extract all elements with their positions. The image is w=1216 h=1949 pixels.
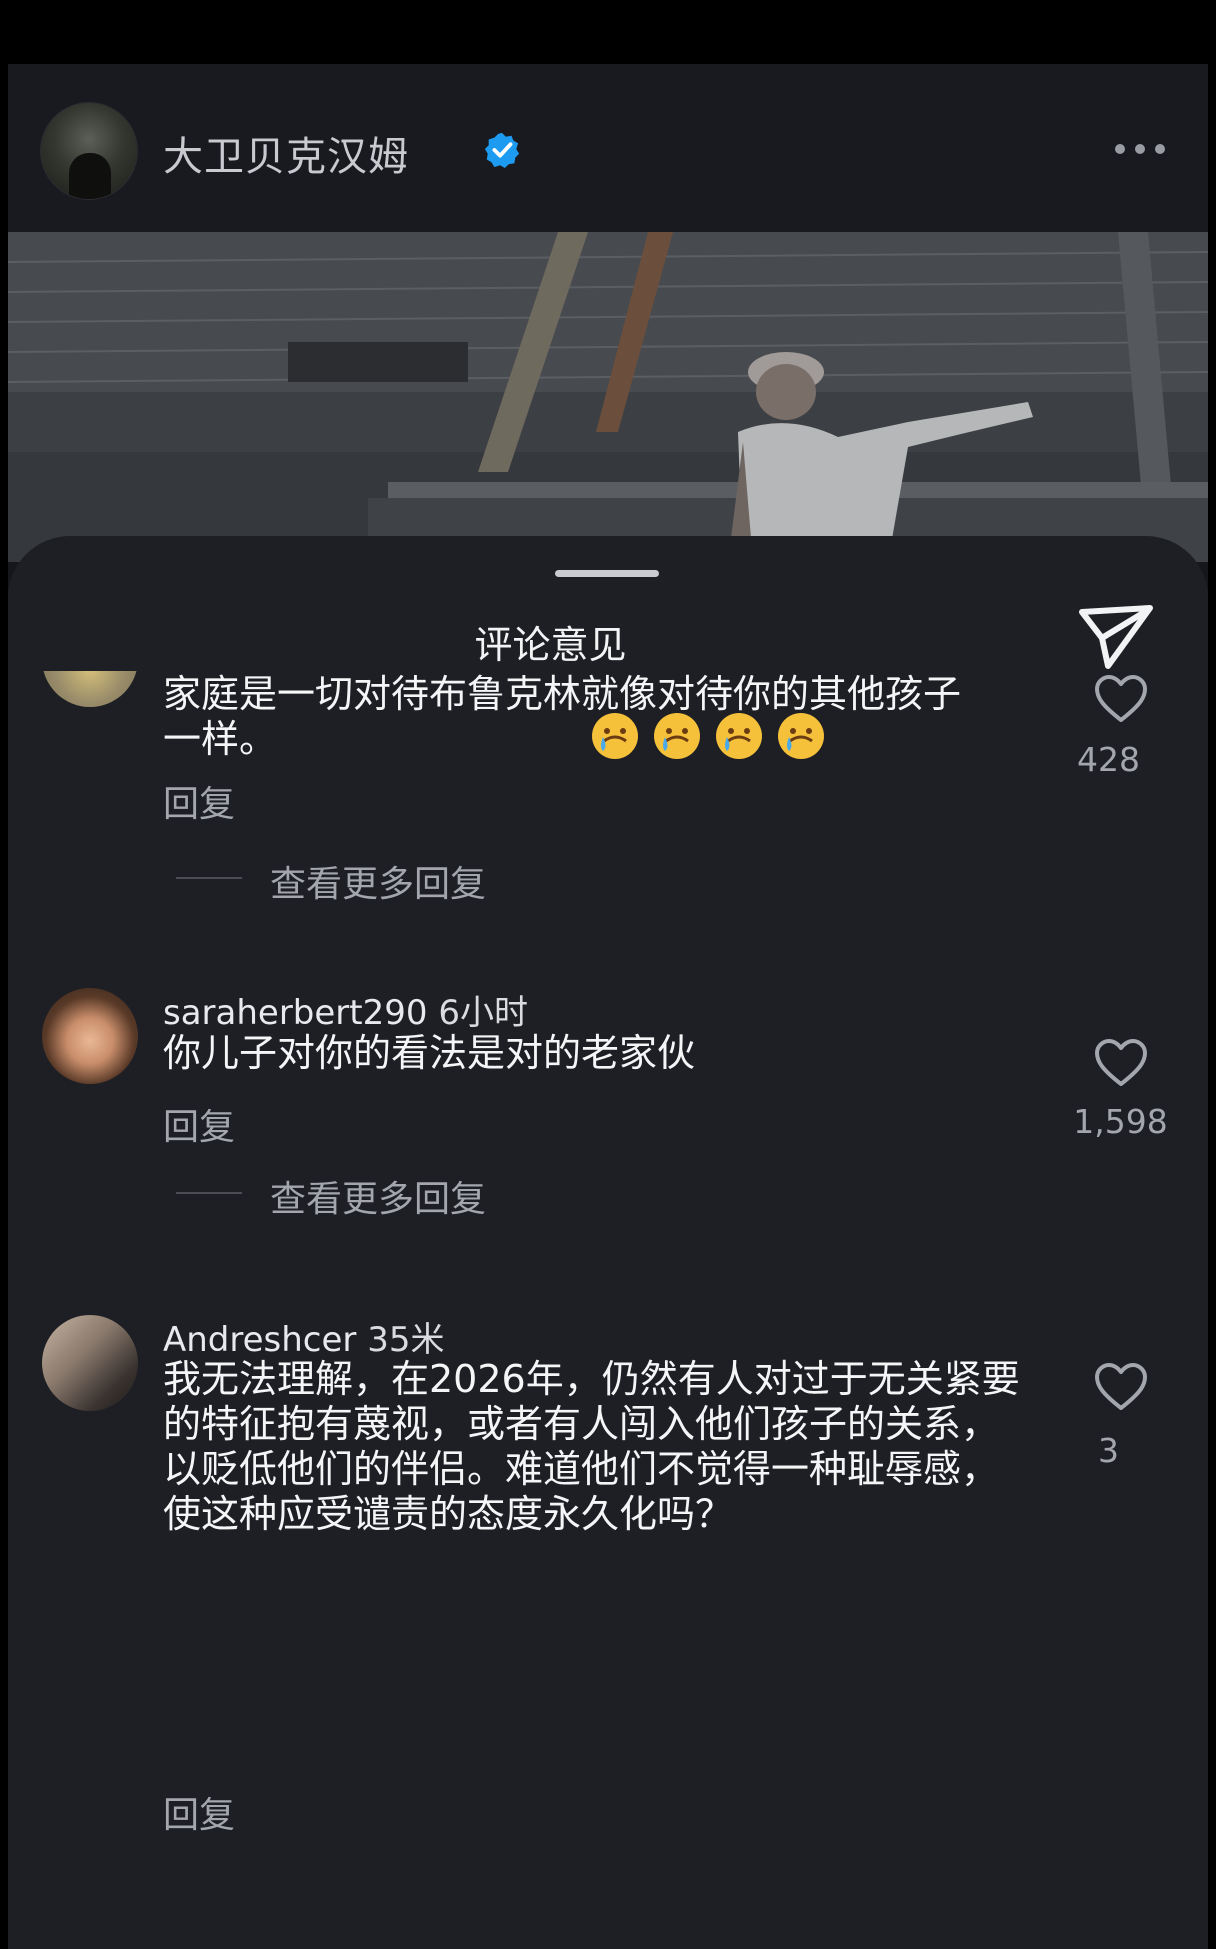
- post-photo[interactable]: [8, 232, 1208, 562]
- comment-time: 35米: [367, 1320, 445, 1360]
- view-more-replies-label: 查看更多回复: [270, 1179, 487, 1220]
- sheet-title: 评论意见: [474, 623, 627, 667]
- comment-text-body: 家庭是一切对待布鲁克林就像对待你的其他孩子一样。: [163, 672, 962, 761]
- reply-button[interactable]: 回复: [163, 1098, 235, 1150]
- profile-avatar[interactable]: [40, 102, 138, 200]
- comment-text: 你儿子对你的看法是对的老家伙: [163, 1031, 696, 1075]
- comment-text: 我无法理解，在2026年，仍然有人对过于无关紧要的特征抱有蔑视，或者有人闯入他们…: [163, 1357, 1020, 1536]
- send-icon[interactable]: [1078, 604, 1154, 670]
- comment-avatar[interactable]: [42, 671, 138, 707]
- heart-icon[interactable]: [1093, 674, 1149, 724]
- crying-face-icon: [778, 713, 824, 759]
- comments-list[interactable]: 家庭是一切对待布鲁克林就像对待你的其他孩子一样。 回复 查看更多回复 428 s…: [8, 671, 1208, 1949]
- heart-icon[interactable]: [1093, 1362, 1149, 1412]
- reply-button[interactable]: 回复: [163, 1786, 235, 1838]
- verified-badge-icon: [484, 132, 520, 169]
- profile-header: 大卫贝克汉姆: [8, 64, 1208, 232]
- crying-face-icon: [592, 713, 638, 759]
- like-count: 428: [1077, 740, 1140, 779]
- comment-header: saraherbert290 6小时: [163, 985, 528, 1034]
- comment-text: 家庭是一切对待布鲁克林就像对待你的其他孩子一样。: [163, 672, 993, 762]
- comment-header: Andreshcer 35米: [163, 1312, 444, 1361]
- app-window: 大卫贝克汉姆 评论意见 家庭是一切对待布鲁克林就像对待你的其他孩子一样。 回复 …: [8, 64, 1208, 1949]
- profile-name[interactable]: 大卫贝克汉姆: [163, 124, 409, 182]
- like-count: 3: [1098, 1431, 1119, 1470]
- crying-face-icon: [654, 713, 700, 759]
- comment-avatar[interactable]: [42, 988, 138, 1084]
- reply-button[interactable]: 回复: [163, 775, 235, 827]
- more-horizontal-icon[interactable]: [1113, 142, 1167, 156]
- drag-handle[interactable]: [555, 570, 659, 577]
- heart-icon[interactable]: [1093, 1038, 1149, 1088]
- comment-avatar[interactable]: [42, 1315, 138, 1411]
- comment-username[interactable]: Andreshcer: [163, 1320, 356, 1360]
- comment-time: 6小时: [438, 993, 528, 1033]
- divider-line: [176, 877, 242, 879]
- stadium-photo-illustration: [8, 232, 1208, 562]
- like-count: 1,598: [1073, 1102, 1168, 1141]
- comments-sheet: 评论意见 家庭是一切对待布鲁克林就像对待你的其他孩子一样。 回复 查看更多回复 …: [8, 536, 1208, 1949]
- crying-face-icon: [716, 713, 762, 759]
- divider-line: [176, 1192, 242, 1194]
- comment-username[interactable]: saraherbert290: [163, 993, 428, 1033]
- emoji-row: [590, 711, 826, 761]
- view-more-replies-label: 查看更多回复: [270, 864, 487, 905]
